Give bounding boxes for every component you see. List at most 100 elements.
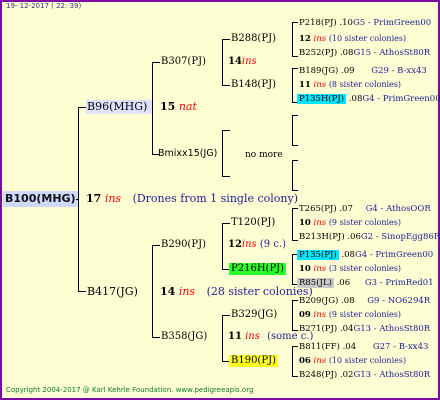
b290-num: 12 bbox=[228, 239, 242, 250]
p216-queen[interactable]: P216H(PJ) bbox=[229, 263, 287, 275]
gen4-name: B189(JG) bbox=[299, 66, 339, 76]
gen4-name: B248(PJ) bbox=[299, 370, 338, 380]
b290-note: (9 c.) bbox=[259, 239, 287, 250]
line bbox=[78, 107, 86, 108]
bmixx-queen[interactable]: Bmixx15(JG) bbox=[158, 148, 217, 160]
gen4-note: (10 sister colonies) bbox=[328, 356, 407, 365]
line bbox=[292, 145, 298, 146]
line bbox=[222, 315, 230, 316]
gen4-mid: .06 bbox=[347, 232, 361, 242]
line bbox=[292, 68, 293, 102]
b96-queen[interactable]: B96(MHG) bbox=[87, 101, 147, 113]
line bbox=[152, 62, 160, 63]
gen4-name: R85(JL) bbox=[297, 278, 334, 288]
gen4-row[interactable]: B811(FF) .04 G27 - B-xx43 bbox=[299, 341, 428, 353]
b358-num: 11 bbox=[228, 331, 242, 342]
line bbox=[152, 337, 160, 338]
line bbox=[292, 300, 293, 330]
gen4-info: G13 - AthosSt80R bbox=[353, 324, 431, 334]
gen4-row[interactable]: P135H(PJ) .08G4 - PrimGreen00 bbox=[297, 93, 440, 105]
gen4-note: (9 sister colonies) bbox=[328, 218, 401, 227]
line bbox=[292, 346, 293, 376]
b358-queen[interactable]: B358(JG) bbox=[161, 331, 207, 343]
gen4-row[interactable]: P135(PJ) .08G4 - PrimGreen00 bbox=[297, 249, 433, 261]
b288-queen[interactable]: B288(PJ) bbox=[231, 33, 276, 45]
gen4-name: B252(PJ) bbox=[299, 48, 338, 58]
b96-v-line bbox=[152, 62, 153, 154]
gen4-mid: .08 bbox=[339, 48, 354, 58]
line bbox=[78, 291, 86, 292]
gen4-ins: ins bbox=[313, 264, 327, 274]
line bbox=[76, 199, 79, 200]
b148-queen[interactable]: B148(PJ) bbox=[231, 79, 276, 91]
gen4-row[interactable]: B252(PJ) .08G15 - AthosSt80R bbox=[299, 47, 430, 59]
b417-queen[interactable]: B417(JG) bbox=[87, 286, 138, 298]
gen4-mid: .06 bbox=[336, 278, 351, 288]
gen4-num: 09 bbox=[299, 310, 311, 320]
line bbox=[222, 85, 230, 86]
line bbox=[292, 115, 293, 145]
b358-ins: ins bbox=[245, 331, 260, 342]
gen4-row[interactable]: B209(JG) .08 G9 - NO6294R bbox=[299, 295, 430, 307]
b290-drones: 12ins (9 c.) bbox=[228, 239, 286, 251]
gen4-note: (3 sister colonies) bbox=[328, 264, 401, 273]
b307-queen[interactable]: B307(PJ) bbox=[161, 56, 206, 68]
bmixx-v-line bbox=[222, 130, 223, 176]
gen4-row[interactable]: B189(JG) .09 G29 - B-xx43 bbox=[299, 65, 427, 77]
b190-queen[interactable]: B190(PJ) bbox=[229, 355, 278, 367]
gen4-info: G3 - PrimRed01 bbox=[364, 278, 434, 288]
gen4-name: B811(FF) bbox=[299, 342, 340, 352]
copyright-footer[interactable]: Copyright 2004-2017 @ Karl Kehrle Founda… bbox=[6, 386, 253, 394]
gen4-name: P135H(PJ) bbox=[297, 94, 347, 104]
gen4-num: 11 bbox=[299, 80, 311, 90]
gen4-row[interactable]: T265(PJ) .07 G4 - AthosOOR bbox=[299, 203, 431, 215]
gen4-drone-row: 09 ins (9 sister colonies) bbox=[299, 309, 401, 321]
line bbox=[292, 208, 298, 209]
t120-queen[interactable]: T120(PJ) bbox=[231, 217, 275, 229]
gen4-note: (10 sister colonies) bbox=[328, 34, 407, 43]
gen4-ins: ins bbox=[313, 218, 327, 228]
line bbox=[292, 22, 298, 23]
root-ins: ins bbox=[104, 192, 122, 205]
gen4-name: B213H(PJ) bbox=[299, 232, 345, 242]
gen4-note: (9 sister colonies) bbox=[328, 310, 401, 319]
b417-num: 14 bbox=[160, 285, 176, 298]
b96-num: 15 bbox=[160, 100, 176, 113]
gen4-mid: .04 bbox=[339, 324, 354, 334]
gen4-row[interactable]: B213H(PJ) .06G2 - SinopEgg86R bbox=[299, 231, 440, 243]
gen4-ins: ins bbox=[313, 310, 327, 320]
gen4-drone-row: 10 ins (9 sister colonies) bbox=[299, 217, 401, 229]
gen4-drone-row: 06 ins (10 sister colonies) bbox=[299, 355, 406, 367]
line bbox=[292, 115, 298, 116]
b307-num: 14 bbox=[228, 56, 242, 67]
gen4-row[interactable]: B248(PJ) .02G13 - AthosSt80R bbox=[299, 369, 430, 381]
line bbox=[292, 22, 293, 56]
root-queen[interactable]: B100(MHG) bbox=[3, 191, 79, 207]
gen4-num: 10 bbox=[299, 264, 311, 274]
gen4-mid: .08 bbox=[341, 250, 355, 260]
b329-queen[interactable]: B329(JG) bbox=[231, 309, 277, 321]
gen4-ins: ins bbox=[313, 356, 327, 366]
gen4-row[interactable]: R85(JL) .06 G3 - PrimRed01 bbox=[297, 277, 434, 289]
gen4-mid: .04 bbox=[342, 342, 357, 352]
gen4-row[interactable]: B271(PJ) .04G13 - AthosSt80R bbox=[299, 323, 430, 335]
gen4-mid: .02 bbox=[339, 370, 354, 380]
gen4-mid: .08 bbox=[348, 94, 363, 104]
line bbox=[292, 160, 293, 190]
b290-queen[interactable]: B290(PJ) bbox=[161, 239, 206, 251]
b417-ins: ins bbox=[178, 285, 196, 298]
gen4-name: P135(PJ) bbox=[297, 250, 339, 260]
line bbox=[292, 190, 298, 191]
line bbox=[292, 376, 298, 377]
gen4-info: G27 - B-xx43 bbox=[372, 342, 429, 352]
line bbox=[292, 300, 298, 301]
line bbox=[292, 330, 298, 331]
gen4-name: B209(JG) bbox=[299, 296, 339, 306]
line bbox=[222, 39, 230, 40]
b307-v-line bbox=[222, 39, 223, 85]
b417-drones: 14 ins (28 sister colonies) bbox=[160, 286, 313, 298]
gen4-row[interactable]: P218(PJ) .10G5 - PrimGreen00 bbox=[299, 17, 431, 29]
gen4-drone-row: 11 ins (8 sister colonies) bbox=[299, 79, 401, 91]
gen4-name: B271(PJ) bbox=[299, 324, 338, 334]
gen4-info: G2 - SinopEgg86R bbox=[360, 232, 440, 242]
